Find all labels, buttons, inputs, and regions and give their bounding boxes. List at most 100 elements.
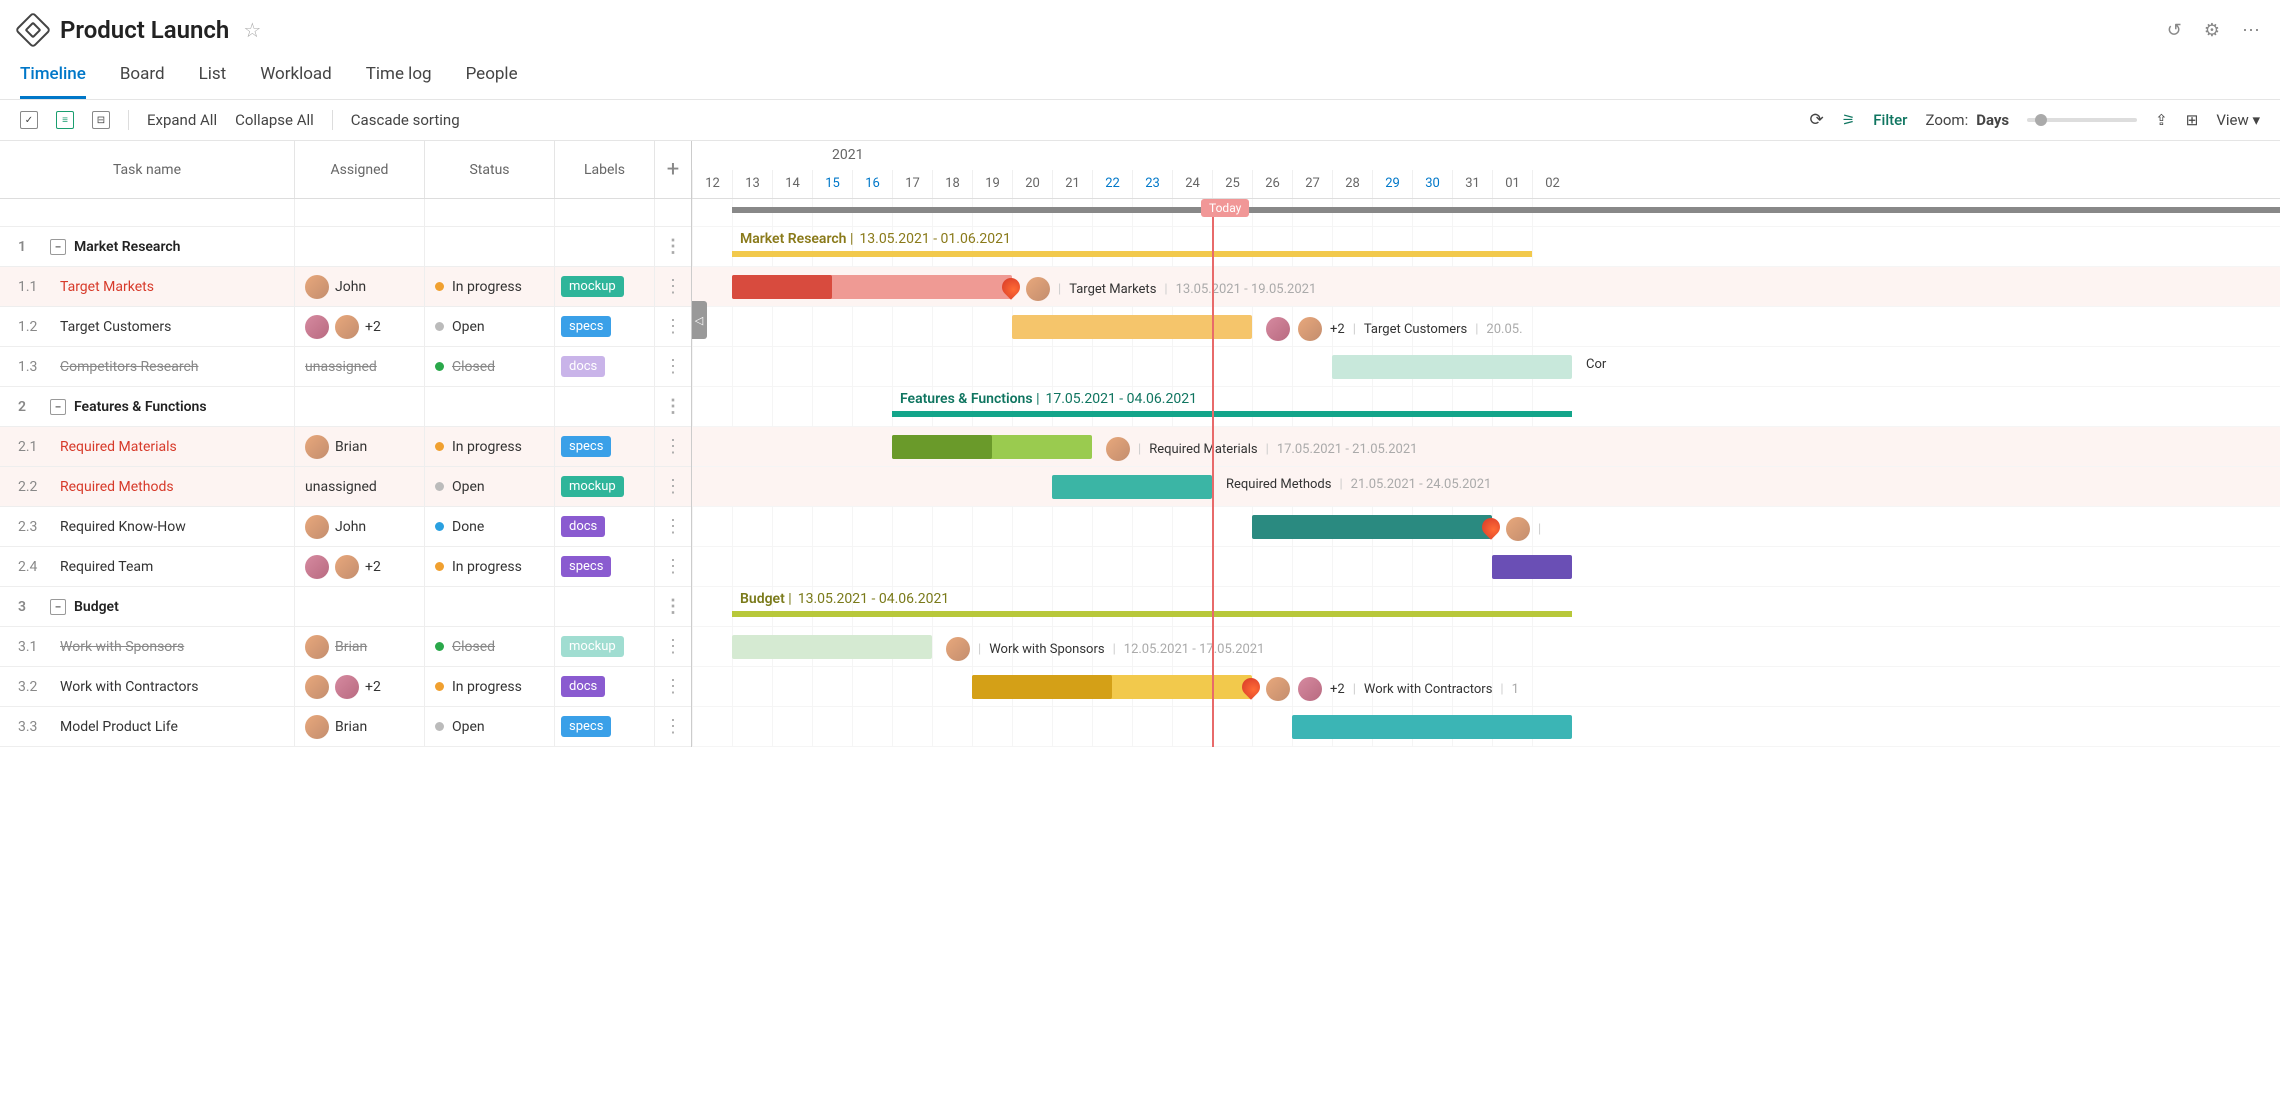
task-bar[interactable]	[1292, 715, 1572, 739]
labels-cell[interactable]	[555, 387, 655, 426]
labels-cell[interactable]: mockup	[555, 627, 655, 666]
collapse-panel-handle[interactable]: ◁	[692, 301, 707, 339]
assigned-cell[interactable]: Brian	[295, 627, 425, 666]
column-header-labels[interactable]: Labels	[555, 141, 655, 198]
row-more-icon[interactable]: ⋮	[655, 516, 691, 537]
task-name-cell[interactable]: Required Team	[50, 547, 295, 586]
task-bar[interactable]	[1332, 355, 1572, 379]
task-row[interactable]: 3.2Work with Contractors+2In progressdoc…	[0, 667, 691, 707]
assigned-cell[interactable]: Brian	[295, 707, 425, 746]
assigned-cell[interactable]: unassigned	[295, 347, 425, 386]
row-more-icon[interactable]: ⋮	[655, 596, 691, 617]
summary-bar[interactable]	[732, 251, 1532, 257]
task-name-cell[interactable]: Required Materials	[50, 427, 295, 466]
summary-bar[interactable]	[732, 611, 1572, 617]
status-cell[interactable]: In progress	[425, 667, 555, 706]
labels-cell[interactable]: mockup	[555, 267, 655, 306]
task-row[interactable]: 1.2Target Customers+2Openspecs⋮	[0, 307, 691, 347]
zoom-slider[interactable]	[2027, 118, 2137, 122]
group-row[interactable]: 2−Features & Functions⋮	[0, 387, 691, 427]
labels-cell[interactable]: specs	[555, 707, 655, 746]
labels-cell[interactable]: docs	[555, 347, 655, 386]
filter-button[interactable]: Filter	[1873, 111, 1907, 129]
task-row[interactable]: 3.1Work with SponsorsBrianClosedmockup⋮	[0, 627, 691, 667]
status-cell[interactable]: Open	[425, 467, 555, 506]
task-bar[interactable]	[972, 675, 1252, 699]
task-row[interactable]: 1.3Competitors ResearchunassignedClosedd…	[0, 347, 691, 387]
history-icon[interactable]: ↺	[2167, 20, 2182, 41]
assigned-cell[interactable]: John	[295, 507, 425, 546]
task-name-cell[interactable]: Work with Sponsors	[50, 627, 295, 666]
task-bar[interactable]	[1012, 315, 1252, 339]
collapse-all-button[interactable]: Collapse All	[235, 111, 314, 129]
status-cell[interactable]	[425, 587, 555, 626]
tab-list[interactable]: List	[199, 56, 227, 99]
task-row[interactable]: 2.4Required Team+2In progressspecs⋮	[0, 547, 691, 587]
tab-time-log[interactable]: Time log	[366, 56, 432, 99]
filter-icon[interactable]: ⚞	[1842, 111, 1855, 129]
favorite-star-icon[interactable]: ☆	[243, 18, 261, 42]
row-more-icon[interactable]: ⋮	[655, 676, 691, 697]
task-name-cell[interactable]: Required Know-How	[50, 507, 295, 546]
status-cell[interactable]: Done	[425, 507, 555, 546]
baseline-icon[interactable]: ≡	[56, 111, 74, 129]
row-more-icon[interactable]: ⋮	[655, 716, 691, 737]
task-bar[interactable]	[1492, 555, 1572, 579]
row-more-icon[interactable]: ⋮	[655, 436, 691, 457]
column-header-status[interactable]: Status	[425, 141, 555, 198]
assigned-cell[interactable]	[295, 387, 425, 426]
assigned-cell[interactable]: Brian	[295, 427, 425, 466]
assigned-cell[interactable]	[295, 587, 425, 626]
labels-cell[interactable]: specs	[555, 427, 655, 466]
status-cell[interactable]: In progress	[425, 547, 555, 586]
more-menu-icon[interactable]: ⋯	[2242, 20, 2260, 41]
status-cell[interactable]: Closed	[425, 627, 555, 666]
task-row[interactable]: 2.2Required MethodsunassignedOpenmockup⋮	[0, 467, 691, 507]
checklist-icon[interactable]: ✓	[20, 111, 38, 129]
task-row[interactable]: 3.3Model Product LifeBrianOpenspecs⋮	[0, 707, 691, 747]
task-name-cell[interactable]: Competitors Research	[50, 347, 295, 386]
columns-icon[interactable]: ⊞	[2186, 111, 2199, 129]
row-more-icon[interactable]: ⋮	[655, 356, 691, 377]
task-name-cell[interactable]: −Features & Functions	[50, 387, 295, 426]
labels-cell[interactable]	[555, 227, 655, 266]
collapse-toggle[interactable]: −	[50, 399, 66, 415]
hierarchy-icon[interactable]: ⊟	[92, 111, 110, 129]
export-icon[interactable]: ⇪	[2155, 111, 2168, 129]
row-more-icon[interactable]: ⋮	[655, 316, 691, 337]
task-bar[interactable]	[1052, 475, 1212, 499]
status-cell[interactable]: Open	[425, 307, 555, 346]
task-name-cell[interactable]: Work with Contractors	[50, 667, 295, 706]
task-bar[interactable]	[1252, 515, 1492, 539]
group-row[interactable]: 1−Market Research⋮	[0, 227, 691, 267]
task-bar[interactable]	[732, 275, 1012, 299]
refresh-icon[interactable]: ⟳	[1810, 110, 1824, 130]
status-cell[interactable]: Closed	[425, 347, 555, 386]
settings-sliders-icon[interactable]: ⚙	[2204, 20, 2220, 41]
task-row[interactable]: 2.1Required MaterialsBrianIn progressspe…	[0, 427, 691, 467]
task-name-cell[interactable]: Required Methods	[50, 467, 295, 506]
summary-bar[interactable]	[892, 411, 1572, 417]
task-name-cell[interactable]: −Budget	[50, 587, 295, 626]
tab-timeline[interactable]: Timeline	[20, 56, 86, 99]
status-cell[interactable]: Open	[425, 707, 555, 746]
row-more-icon[interactable]: ⋮	[655, 556, 691, 577]
task-row[interactable]: 2.3Required Know-HowJohnDonedocs⋮	[0, 507, 691, 547]
expand-all-button[interactable]: Expand All	[147, 111, 217, 129]
assigned-cell[interactable]: unassigned	[295, 467, 425, 506]
column-header-assigned[interactable]: Assigned	[295, 141, 425, 198]
labels-cell[interactable]: mockup	[555, 467, 655, 506]
collapse-toggle[interactable]: −	[50, 599, 66, 615]
row-more-icon[interactable]: ⋮	[655, 476, 691, 497]
row-more-icon[interactable]: ⋮	[655, 276, 691, 297]
tab-people[interactable]: People	[466, 56, 518, 99]
assigned-cell[interactable]: John	[295, 267, 425, 306]
group-row[interactable]: 3−Budget⋮	[0, 587, 691, 627]
task-row[interactable]: 1.1Target MarketsJohnIn progressmockup⋮	[0, 267, 691, 307]
status-cell[interactable]	[425, 387, 555, 426]
task-bar[interactable]	[732, 635, 932, 659]
tab-board[interactable]: Board	[120, 56, 165, 99]
status-cell[interactable]: In progress	[425, 427, 555, 466]
collapse-toggle[interactable]: −	[50, 239, 66, 255]
assigned-cell[interactable]	[295, 227, 425, 266]
